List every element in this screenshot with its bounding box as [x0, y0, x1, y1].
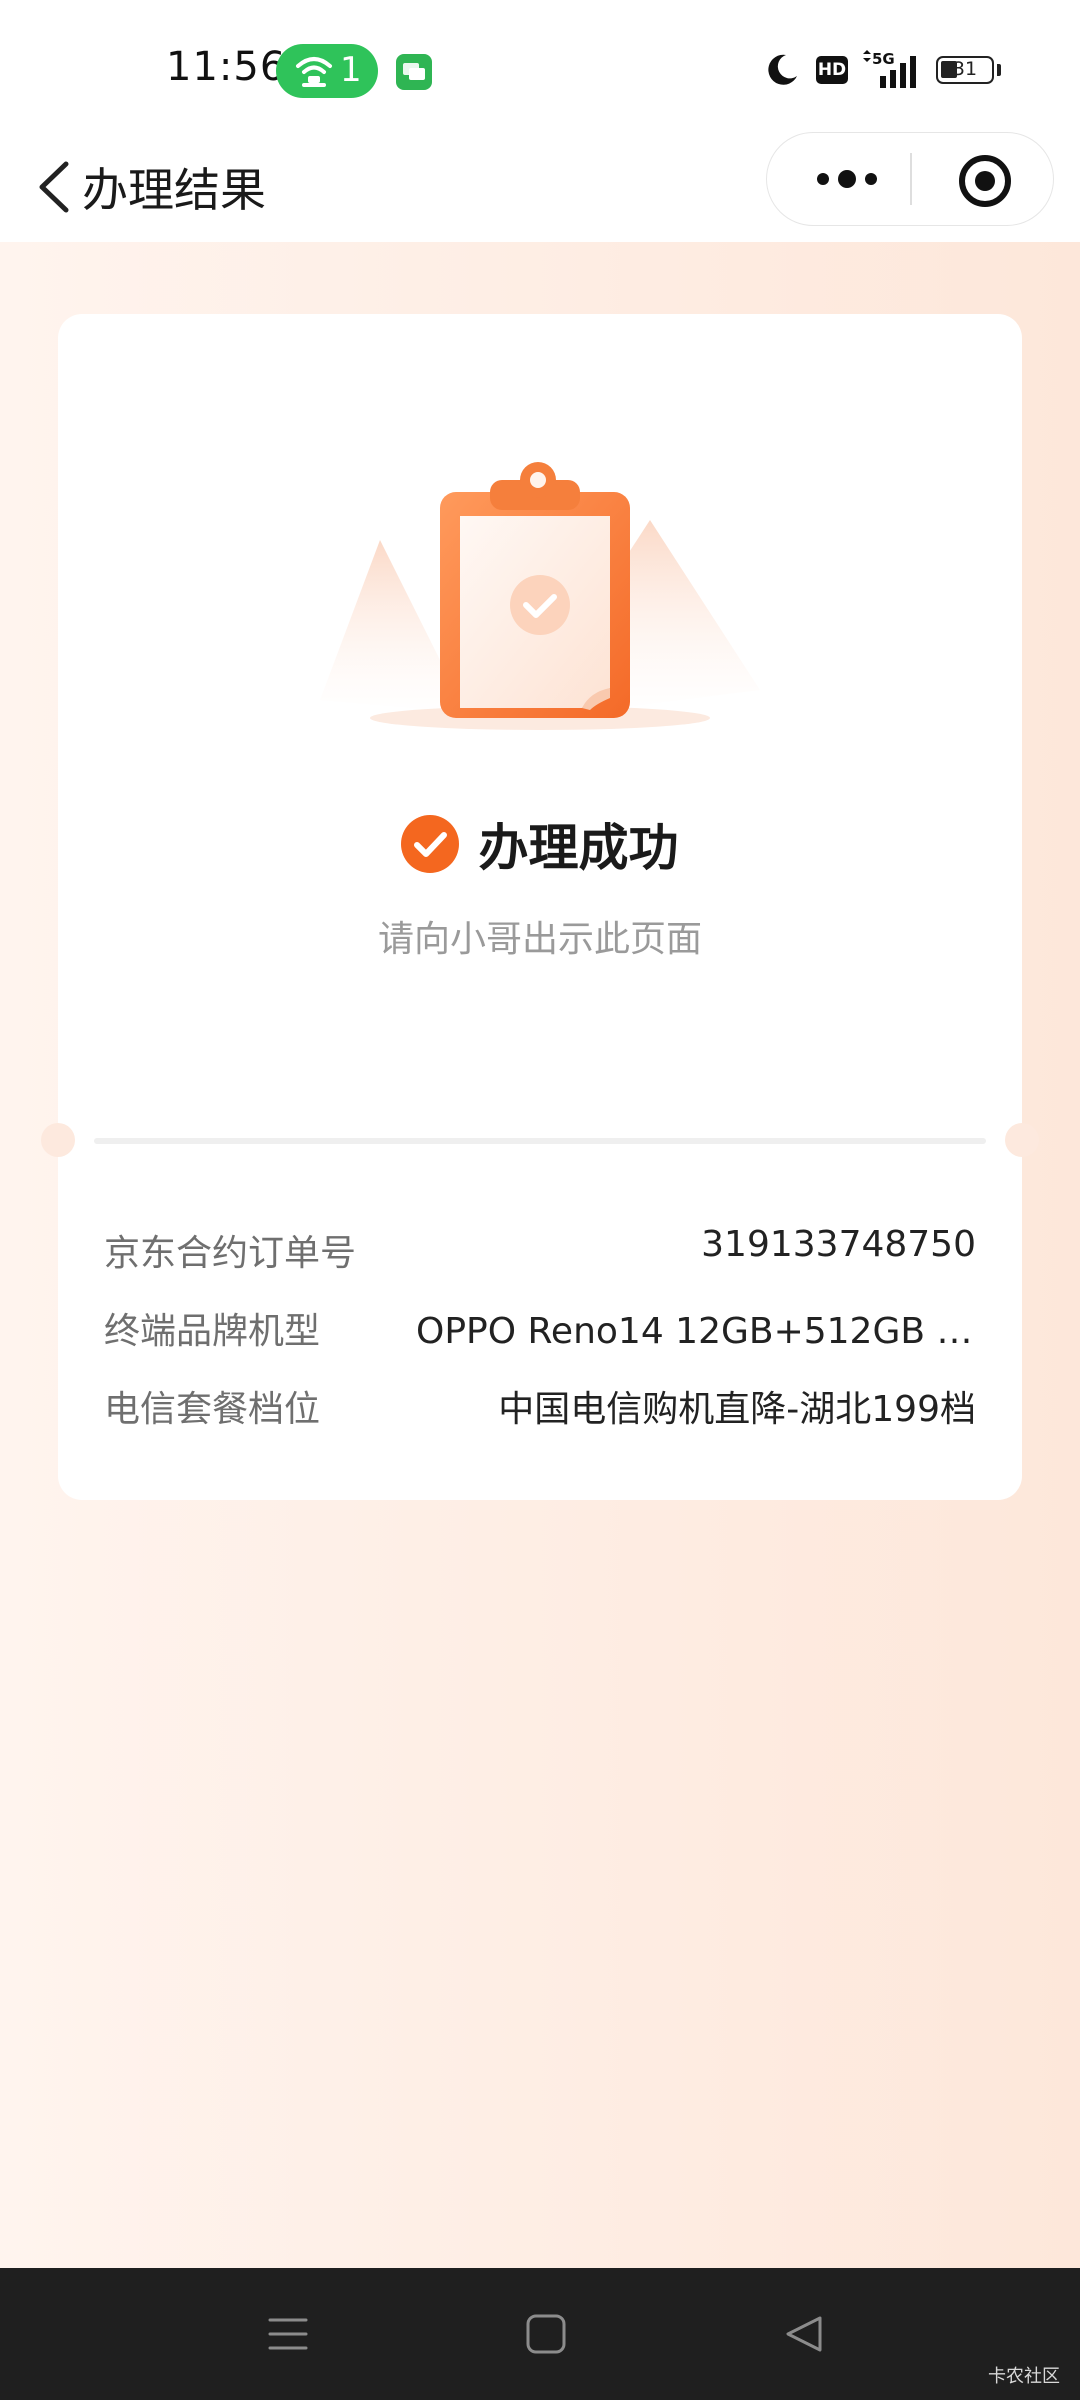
mini-program-capsule: [766, 132, 1054, 226]
success-status: 办理成功: [0, 808, 1080, 878]
wifi-icon: [296, 57, 332, 87]
nav-bar: 办理结果: [0, 132, 1080, 242]
page-title: 办理结果: [82, 163, 266, 217]
detail-label: 京东合约订单号: [104, 1233, 357, 1274]
ticket-notch-right: [1005, 1123, 1039, 1157]
message-app-icon: [396, 54, 432, 90]
target-close-icon[interactable]: [957, 153, 1013, 209]
hotspot-count: 1: [340, 50, 362, 90]
home-square-icon[interactable]: [524, 2312, 568, 2356]
more-dots-icon[interactable]: [807, 155, 887, 203]
battery-indicator: 31: [936, 56, 994, 84]
network-label: 5G: [872, 50, 895, 68]
battery-level: 31: [952, 58, 978, 80]
back-triangle-icon[interactable]: [782, 2312, 826, 2356]
chevron-left-icon[interactable]: [30, 150, 80, 220]
menu-lines-icon[interactable]: [268, 2314, 308, 2354]
check-circle-icon: [401, 815, 460, 873]
status-time: 11:56: [166, 44, 287, 90]
ticket-notch-left: [41, 1123, 75, 1157]
detail-row-device-model: 终端品牌机型 OPPO Reno14 12GB+512GB 礁…: [104, 1302, 976, 1358]
signal-5g-icon: 5G: [863, 50, 916, 88]
success-hint: 请向小哥出示此页面: [377, 919, 702, 960]
detail-value: OPPO Reno14 12GB+512GB 礁…: [416, 1311, 976, 1352]
detail-label: 电信套餐档位: [104, 1389, 321, 1430]
detail-row-plan-tier: 电信套餐档位 中国电信购机直降-湖北199档: [104, 1380, 976, 1436]
success-title: 办理成功: [478, 819, 679, 877]
hotspot-badge: 1: [276, 44, 378, 98]
watermark-text: 卡农社区: [988, 2366, 1060, 2387]
detail-row-order-number: 京东合约订单号 319133748750: [104, 1224, 976, 1280]
capsule-divider: [910, 153, 912, 205]
system-navigation-bar: 卡农社区: [0, 2268, 1080, 2400]
detail-label: 终端品牌机型: [104, 1311, 321, 1352]
detail-value: 中国电信购机直降-湖北199档: [498, 1389, 976, 1430]
clipboard-success-illustration: [320, 462, 760, 730]
detail-value: 319133748750: [701, 1224, 976, 1265]
do-not-disturb-moon-icon: [768, 54, 797, 85]
hd-badge: HD: [816, 56, 848, 84]
ticket-divider: [94, 1138, 986, 1144]
status-bar: 11:56 1 HD 5G 31: [0, 0, 1080, 142]
